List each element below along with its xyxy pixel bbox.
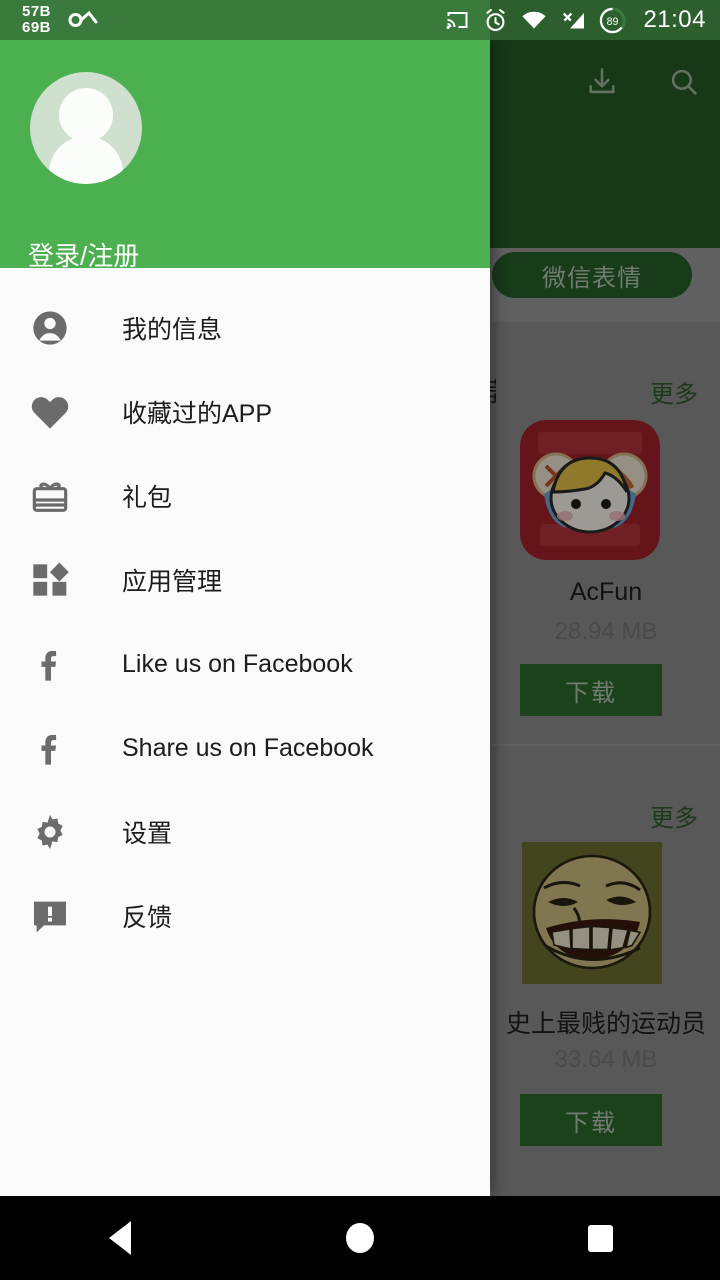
menu-item-label: 设置	[122, 820, 173, 848]
network-speed-indicator: 57B 69B	[22, 4, 51, 36]
menu-item-gift-pack[interactable]: 礼包	[0, 454, 490, 538]
facebook-icon	[28, 726, 72, 770]
back-button[interactable]	[60, 1196, 180, 1280]
menu-item-settings[interactable]: 设置	[0, 790, 490, 874]
home-button[interactable]	[300, 1196, 420, 1280]
drawer-menu: 我的信息 收藏过的APP 礼包 应用管理 Like us on Facebook…	[0, 268, 490, 958]
alarm-icon	[486, 8, 506, 31]
network-speed-up: 57B	[22, 3, 52, 20]
menu-item-label: Like us on Facebook	[122, 649, 353, 678]
system-navigation-bar	[0, 1196, 720, 1280]
menu-item-app-management[interactable]: 应用管理	[0, 538, 490, 622]
person-icon	[28, 306, 72, 350]
phone-screen: 应用 微信表情 荐 更多	[0, 0, 720, 1280]
menu-item-label: 反馈	[122, 904, 173, 932]
gift-icon	[28, 474, 72, 518]
avatar-head	[59, 88, 113, 142]
recents-button[interactable]	[540, 1196, 660, 1280]
menu-item-favorite-apps[interactable]: 收藏过的APP	[0, 370, 490, 454]
login-register-label[interactable]: 登录/注册	[28, 236, 139, 273]
heart-icon	[28, 390, 72, 434]
network-speed-down: 69B	[22, 19, 52, 36]
menu-item-my-info[interactable]: 我的信息	[0, 286, 490, 370]
feedback-icon	[28, 894, 72, 938]
menu-item-label: 礼包	[122, 484, 173, 512]
avatar[interactable]	[30, 72, 142, 184]
menu-item-label: 应用管理	[122, 568, 223, 596]
avatar-body	[49, 136, 123, 184]
status-bar: 57B 69B 89 21:04	[0, 0, 720, 40]
infinity-icon	[67, 5, 101, 35]
gear-icon	[28, 810, 72, 854]
cellular-off-icon	[563, 12, 585, 29]
menu-item-label: Share us on Facebook	[122, 733, 374, 762]
cast-icon	[446, 12, 468, 29]
menu-item-label: 收藏过的APP	[122, 400, 273, 428]
battery-icon: 89	[600, 6, 626, 33]
menu-item-label: 我的信息	[122, 316, 223, 344]
status-icons: 89 21:04	[445, 0, 706, 40]
wifi-icon	[522, 11, 547, 29]
navigation-drawer: 登录/注册 我的信息 收藏过的APP 礼包 应用管理 Like us on Fa…	[0, 40, 490, 1196]
clock: 21:04	[643, 6, 706, 33]
menu-item-like-facebook[interactable]: Like us on Facebook	[0, 622, 490, 706]
drawer-header[interactable]: 登录/注册	[0, 40, 490, 271]
menu-item-share-facebook[interactable]: Share us on Facebook	[0, 706, 490, 790]
menu-item-feedback[interactable]: 反馈	[0, 874, 490, 958]
facebook-icon	[28, 642, 72, 686]
battery-level: 89	[607, 15, 619, 27]
apps-icon	[28, 558, 72, 602]
